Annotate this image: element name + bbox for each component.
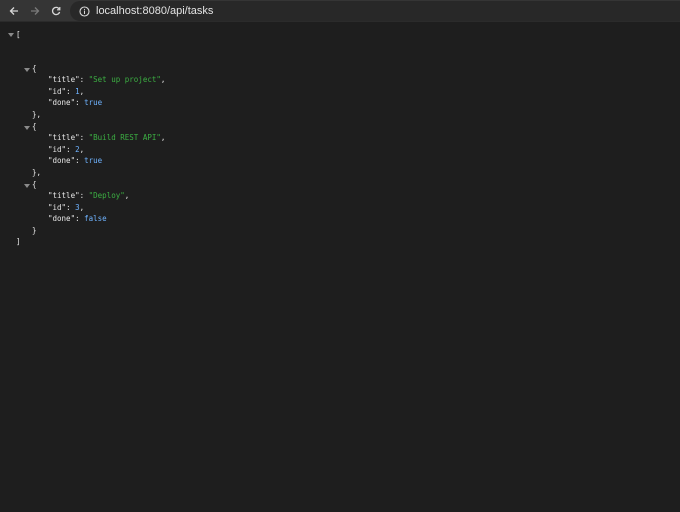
collapse-arrow-item-1[interactable] bbox=[24, 68, 30, 72]
back-arrow-icon bbox=[9, 7, 18, 15]
back-button[interactable] bbox=[5, 2, 23, 20]
forward-arrow-icon bbox=[31, 7, 40, 15]
reload-icon bbox=[51, 6, 61, 16]
object-open-brace: { bbox=[32, 122, 37, 131]
collapse-arrow-item-2[interactable] bbox=[24, 126, 30, 130]
json-property-id: "id": 2, bbox=[48, 145, 85, 154]
json-property-done: "done": true bbox=[48, 98, 103, 107]
json-property-done: "done": false bbox=[48, 214, 107, 223]
json-property-done: "done": true bbox=[48, 156, 103, 165]
object-close-brace: }, bbox=[32, 168, 42, 177]
json-property-title: "title": "Set up project", bbox=[48, 75, 166, 84]
json-property-id: "id": 1, bbox=[48, 87, 85, 96]
collapse-arrow-item-3[interactable] bbox=[24, 184, 30, 188]
json-property-id: "id": 3, bbox=[48, 203, 85, 212]
forward-button[interactable] bbox=[26, 2, 44, 20]
site-info-icon[interactable] bbox=[78, 5, 90, 17]
address-bar[interactable]: localhost:8080/api/tasks bbox=[70, 1, 680, 21]
collapse-arrow-root[interactable] bbox=[8, 33, 14, 37]
array-close-bracket: ] bbox=[16, 237, 21, 246]
object-open-brace: { bbox=[32, 180, 37, 189]
object-close-brace: } bbox=[32, 226, 37, 235]
json-property-title: "title": "Deploy", bbox=[48, 191, 130, 200]
browser-toolbar: localhost:8080/api/tasks bbox=[0, 0, 680, 22]
url-text: localhost:8080/api/tasks bbox=[96, 5, 214, 17]
object-open-brace: { bbox=[32, 64, 37, 73]
json-property-title: "title": "Build REST API", bbox=[48, 133, 166, 142]
object-close-brace: }, bbox=[32, 110, 42, 119]
reload-button[interactable] bbox=[47, 2, 65, 20]
array-open-bracket: [ bbox=[16, 30, 21, 39]
